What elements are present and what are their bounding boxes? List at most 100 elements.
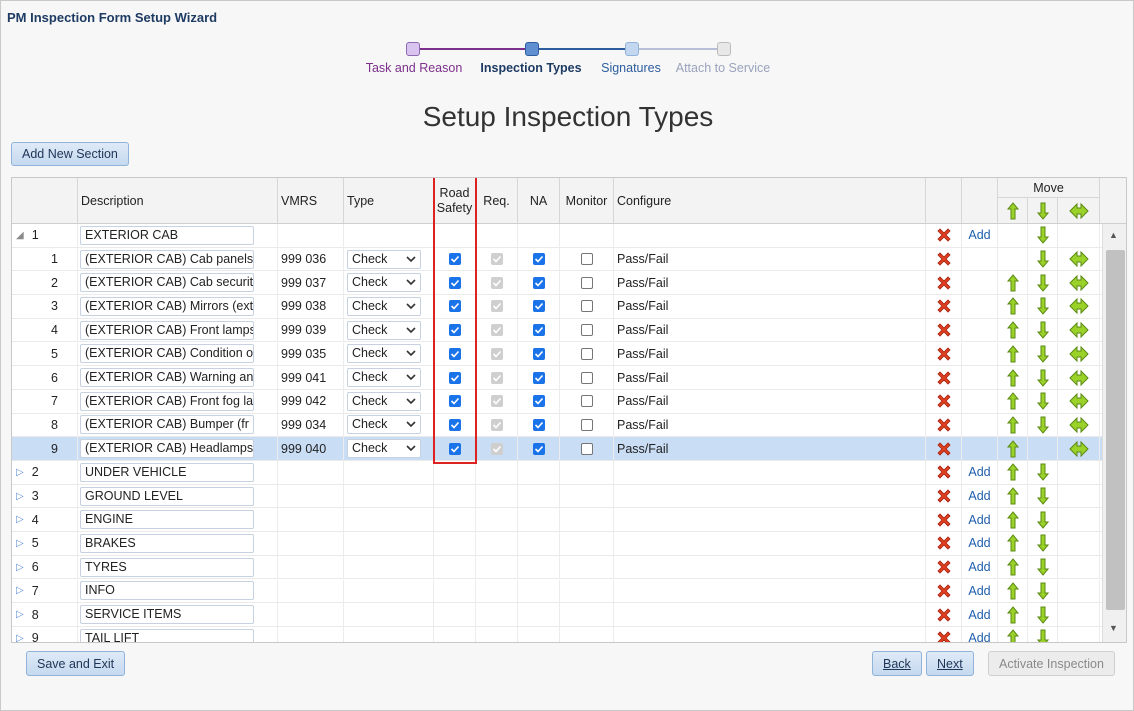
item-description-input[interactable]: (EXTERIOR CAB) Headlamps: [80, 439, 254, 459]
na-checkbox[interactable]: [532, 371, 545, 384]
step-task-and-reason[interactable]: Task and Reason: [366, 61, 463, 75]
delete-icon[interactable]: [936, 607, 952, 623]
move-down-icon[interactable]: [1036, 274, 1049, 292]
type-select[interactable]: Check: [347, 368, 421, 388]
na-checkbox[interactable]: [532, 418, 545, 431]
item-description-input[interactable]: (EXTERIOR CAB) Front fog la: [80, 391, 254, 411]
move-to-icon[interactable]: [1068, 321, 1089, 339]
na-checkbox[interactable]: [532, 324, 545, 337]
type-select[interactable]: Check: [347, 439, 421, 459]
delete-icon[interactable]: [936, 441, 952, 457]
move-down-icon[interactable]: [1036, 297, 1049, 316]
road-safety-checkbox[interactable]: [448, 442, 461, 455]
delete-icon[interactable]: [936, 417, 952, 433]
delete-icon[interactable]: [936, 630, 952, 642]
type-select[interactable]: Check: [347, 391, 421, 411]
section-description-input[interactable]: TAIL LIFT: [80, 628, 254, 642]
monitor-checkbox[interactable]: [580, 371, 593, 384]
move-up-icon[interactable]: [1006, 416, 1019, 434]
item-description-input[interactable]: (EXTERIOR CAB) Condition of: [80, 344, 254, 364]
section-description-input[interactable]: INFO: [80, 581, 254, 601]
header-description[interactable]: Description: [78, 178, 278, 223]
section-description-input[interactable]: BRAKES: [80, 533, 254, 553]
delete-icon[interactable]: [936, 322, 952, 338]
move-up-icon[interactable]: [1006, 605, 1019, 624]
monitor-checkbox[interactable]: [580, 347, 593, 360]
move-down-icon[interactable]: [1036, 629, 1049, 642]
move-to-icon[interactable]: [1068, 297, 1089, 315]
item-description-input[interactable]: (EXTERIOR CAB) Cab security: [80, 273, 254, 293]
move-down-icon[interactable]: [1036, 369, 1049, 387]
item-description-input[interactable]: (EXTERIOR CAB) Mirrors (ext: [80, 296, 254, 316]
header-monitor[interactable]: Monitor: [560, 178, 614, 223]
delete-icon[interactable]: [936, 346, 952, 362]
move-up-icon[interactable]: [1006, 321, 1019, 339]
section-description-input[interactable]: UNDER VEHICLE: [80, 462, 254, 482]
expand-arrow-icon[interactable]: ▷: [16, 491, 24, 502]
delete-icon[interactable]: [936, 298, 952, 314]
move-up-icon[interactable]: [1006, 487, 1019, 505]
header-type[interactable]: Type: [344, 178, 434, 223]
move-to-icon[interactable]: [1068, 392, 1089, 410]
delete-icon[interactable]: [936, 464, 952, 480]
expand-arrow-icon[interactable]: ▷: [16, 514, 24, 525]
configure-value[interactable]: Pass/Fail: [617, 299, 668, 313]
move-down-icon[interactable]: [1036, 582, 1049, 600]
header-req[interactable]: Req.: [476, 178, 518, 223]
move-down-icon[interactable]: [1036, 416, 1049, 434]
move-up-icon[interactable]: [1006, 463, 1019, 481]
move-down-icon[interactable]: [1036, 250, 1049, 268]
type-select[interactable]: Check: [347, 344, 421, 364]
add-item-link[interactable]: Add: [968, 489, 990, 503]
section-description-input[interactable]: ENGINE: [80, 510, 254, 530]
step-inspection-types[interactable]: Inspection Types: [480, 61, 581, 75]
expand-arrow-icon[interactable]: ▷: [16, 609, 24, 620]
step-signatures[interactable]: Signatures: [601, 61, 661, 75]
move-to-icon[interactable]: [1068, 369, 1089, 387]
add-new-section-button[interactable]: Add New Section: [11, 142, 129, 166]
section-description-input[interactable]: SERVICE ITEMS: [80, 605, 254, 625]
move-down-icon[interactable]: [1036, 345, 1049, 363]
next-button[interactable]: Next: [926, 651, 974, 676]
add-item-link[interactable]: Add: [968, 228, 990, 242]
configure-value[interactable]: Pass/Fail: [617, 252, 668, 266]
monitor-checkbox[interactable]: [580, 276, 593, 289]
road-safety-checkbox[interactable]: [448, 324, 461, 337]
move-up-icon[interactable]: [1006, 439, 1019, 458]
expand-arrow-icon[interactable]: ▷: [16, 538, 24, 549]
expand-arrow-icon[interactable]: ▷: [16, 633, 24, 642]
move-down-icon[interactable]: [1036, 321, 1049, 339]
move-up-icon[interactable]: [1006, 558, 1019, 576]
type-select[interactable]: Check: [347, 415, 421, 435]
move-to-icon[interactable]: [1068, 274, 1089, 292]
scroll-down-icon[interactable]: ▼: [1109, 623, 1118, 633]
add-item-link[interactable]: Add: [968, 513, 990, 527]
section-description-input[interactable]: TYRES: [80, 557, 254, 577]
move-up-icon[interactable]: [1006, 392, 1019, 410]
na-checkbox[interactable]: [532, 442, 545, 455]
na-checkbox[interactable]: [532, 347, 545, 360]
header-configure[interactable]: Configure: [614, 178, 926, 223]
add-item-link[interactable]: Add: [968, 560, 990, 574]
move-up-icon[interactable]: [1006, 582, 1019, 600]
configure-value[interactable]: Pass/Fail: [617, 276, 668, 290]
add-item-link[interactable]: Add: [968, 631, 990, 642]
monitor-checkbox[interactable]: [580, 253, 593, 266]
header-vmrs[interactable]: VMRS: [278, 178, 344, 223]
monitor-checkbox[interactable]: [580, 395, 593, 408]
road-safety-checkbox[interactable]: [448, 371, 461, 384]
move-to-icon[interactable]: [1068, 440, 1089, 458]
move-down-icon[interactable]: [1036, 511, 1049, 529]
move-up-icon[interactable]: [1006, 345, 1019, 363]
collapse-arrow-icon[interactable]: ◢: [16, 230, 24, 241]
na-checkbox[interactable]: [532, 300, 545, 313]
move-down-icon[interactable]: [1036, 463, 1049, 482]
move-to-icon[interactable]: [1068, 345, 1089, 363]
move-up-icon[interactable]: [1006, 534, 1019, 552]
na-checkbox[interactable]: [532, 253, 545, 266]
expand-arrow-icon[interactable]: ▷: [16, 467, 24, 478]
monitor-checkbox[interactable]: [580, 324, 593, 337]
scroll-thumb[interactable]: [1106, 250, 1125, 610]
expand-arrow-icon[interactable]: ▷: [16, 562, 24, 573]
road-safety-checkbox[interactable]: [448, 253, 461, 266]
